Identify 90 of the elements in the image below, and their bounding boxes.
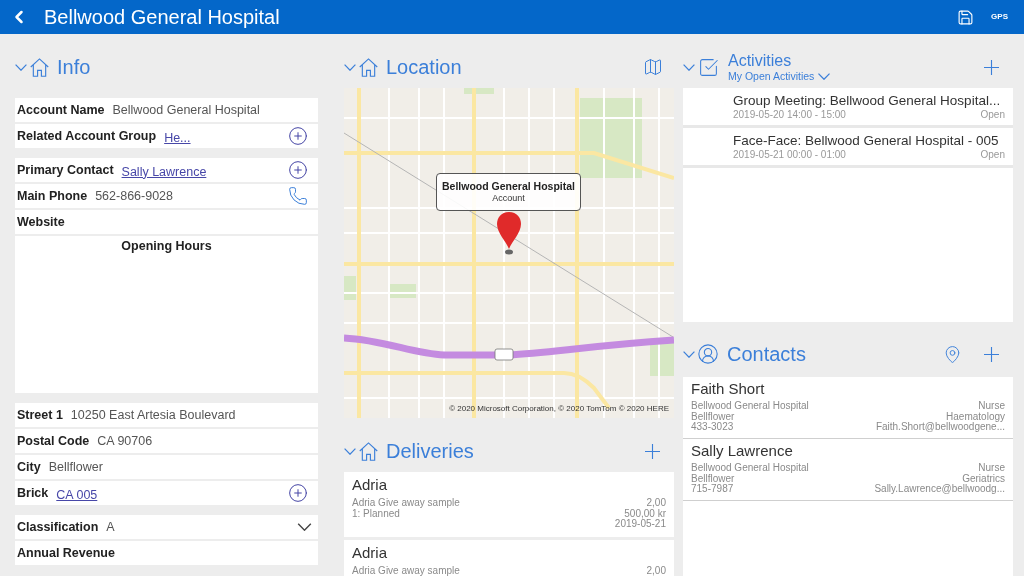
delivery-name: Adria [352,475,389,495]
activity-item[interactable]: Face-Face: Bellwood General Hospital - 005 2019-05-21 00:00 - 01:00 Open [683,128,1013,168]
phone-icon[interactable] [288,186,308,206]
add-circle-icon[interactable] [288,160,308,180]
field-label: Opening Hours [121,238,212,254]
contact-phone: 433-3023 [691,422,735,433]
product-name: Adria Give away sample [352,566,460,576]
delivery-quantity: 2,00 [646,498,666,509]
contact-city: Bellflower [691,473,736,484]
field-label: Website [17,214,65,230]
gps-button[interactable]: GPS [991,12,1008,22]
map-pin-icon[interactable] [496,211,522,255]
contact-company: Bellwood General Hospital [691,463,809,474]
chevron-down-icon[interactable] [683,63,695,71]
contact-phone: 715-7987 [691,484,735,495]
field-value: 562-866-9028 [95,188,173,204]
checked-box-icon [698,56,719,78]
field-label: City [17,459,41,475]
view-selector[interactable]: My Open Activities [728,69,832,83]
chevron-down-icon[interactable] [344,63,356,71]
plus-icon[interactable] [984,346,999,362]
section-title: Location [386,55,462,79]
delivery-status: 1: Planned [352,508,401,519]
contact-item[interactable]: Sally Lawrence Bellwood General Hospital Bellflower 715-7987 Nurse Geriatrics Sally.Lawrence@bellwoodg... [683,439,1013,501]
section-title: Contacts [727,342,806,366]
lookup-link[interactable]: Sally Lawrence [121,163,207,180]
activity-time: 2019-05-20 14:00 - 15:00 [733,109,846,121]
callout-title: Bellwood General Hospital [442,180,575,193]
activity-title: Face-Face: Bellwood General Hospital - 005 [733,132,1000,149]
plus-icon[interactable] [645,443,660,459]
activity-item[interactable]: Group Meeting: Bellwood General Hospital... 2019-05-20 14:00 - 15:00 Open [683,88,1013,128]
house-icon [359,57,378,77]
map-pin-icon[interactable] [943,344,962,364]
add-circle-icon[interactable] [288,126,308,146]
field-value: 10250 East Artesia Boulevard [70,407,236,423]
person-circle-icon [697,343,719,365]
contact-position: Nurse [978,401,1005,412]
section-title: Deliveries [386,439,474,463]
activity-status: Open [980,109,1005,121]
chevron-down-icon[interactable] [15,63,27,71]
field-label: Main Phone [17,188,88,204]
field-label: Street 1 [17,407,63,423]
activity-title: Group Meeting: Bellwood General Hospital... [733,92,1002,109]
add-circle-icon[interactable] [288,483,308,503]
delivery-card[interactable]: Adria Adria Give away sample 2,00 [344,540,674,576]
field-value: A [106,519,115,535]
field-value: Bellwood General Hospital [112,102,260,118]
contact-name: Sally Lawrence [691,441,794,461]
chevron-down-icon[interactable] [683,350,695,358]
map-attribution: © 2020 Microsoft Corporation, © 2020 TomTom © 2020 HERE [449,404,669,414]
field-label: Annual Revenue [17,545,115,561]
dropdown-chevron-icon[interactable] [297,523,312,531]
delivery-quantity: 2,00 [646,566,666,576]
callout-subtitle: Account [492,193,525,204]
lookup-link[interactable]: He... [164,129,191,146]
delivery-amount: 500,00 kr [624,508,666,519]
folded-map-icon[interactable] [643,57,663,77]
section-title: Info [57,55,91,79]
delivery-date: 2019-05-21 [614,519,666,530]
activity-status: Open [980,149,1005,161]
section-title: Activities [728,51,793,70]
contact-department: Geriatrics [962,473,1005,484]
contact-company: Bellwood General Hospital [691,401,809,412]
contact-department: Haematology [946,411,1005,422]
chevron-down-icon [817,72,832,80]
chevron-down-icon[interactable] [344,447,356,455]
field-value: CA 90706 [97,433,153,449]
delivery-card[interactable]: Adria Adria Give away sample 1: Planned 2,00 500,00 kr 2019-05-21 [344,472,674,537]
save-icon[interactable] [957,8,975,26]
delivery-name: Adria [352,543,389,563]
field-label: Account Name [17,102,105,118]
field-label: Primary Contact [17,162,114,178]
field-label: Related Account Group [17,128,157,144]
contact-city: Bellflower [691,411,736,422]
field-label: Postal Code [17,433,90,449]
contact-email: Faith.Short@bellwoodgene... [875,422,1005,433]
lookup-link[interactable]: CA 005 [56,486,98,503]
contact-position: Nurse [978,463,1005,474]
house-icon [30,57,49,77]
plus-icon[interactable] [984,59,999,75]
contact-email: Sally.Lawrence@bellwoodg... [874,484,1005,495]
page-title: Bellwood General Hospital [44,5,280,29]
activity-time: 2019-05-21 00:00 - 01:00 [733,149,846,161]
house-icon [359,441,378,461]
contact-item[interactable]: Faith Short Bellwood General Hospital Bellflower 433-3023 Nurse Haematology Faith.Short@bellwoodgene... [683,377,1013,439]
field-value: Bellflower [48,459,103,475]
field-label: Brick [17,485,49,501]
contact-name: Faith Short [691,379,766,399]
product-name: Adria Give away sample [352,498,460,509]
field-label: Classification [17,519,99,535]
